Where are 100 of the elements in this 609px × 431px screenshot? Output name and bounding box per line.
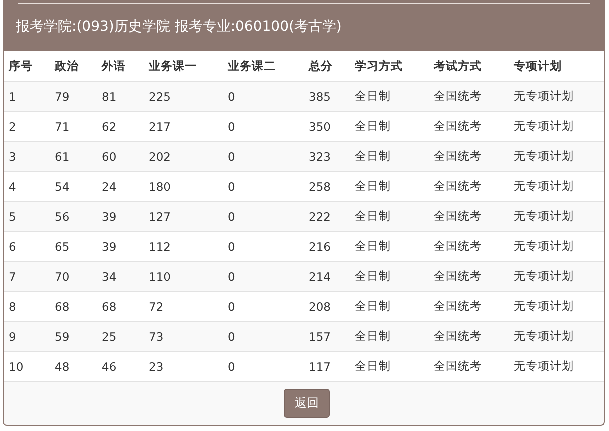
table-cell-text: 无专项计划 [514,89,575,104]
table-cell-text: 225 [149,90,172,104]
panel-title: 报考学院:(093)历史学院 报考专业:060100(考古学) [16,18,343,36]
column-header: 学习方式 [355,58,404,74]
table-cell-text: 46 [102,360,118,374]
table-cell-text: 202 [149,150,172,164]
table-cell-text: 无专项计划 [514,209,575,224]
table-cell-text: 214 [309,270,332,284]
table-cell-text: 59 [55,330,71,344]
table-cell-text: 9 [9,330,18,344]
table-cell-text: 全国统考 [434,239,483,254]
table-cell-text: 7 [9,270,18,284]
table-cell-text: 无专项计划 [514,179,575,194]
table-cell-text: 39 [102,210,118,224]
table-cell-text: 2 [9,120,18,134]
table-cell-text: 385 [309,90,332,104]
table-cell-text: 3 [9,150,18,164]
table-cell-text: 216 [309,240,332,254]
table-cell-text: 117 [309,360,332,374]
table-cell-text: 全日制 [355,269,392,284]
table-cell-text: 0 [228,150,236,164]
table-cell-text: 全国统考 [434,359,483,374]
table-cell-text: 81 [102,90,118,104]
table-cell-text: 全日制 [355,89,392,104]
table-cell-text: 5 [9,210,18,224]
table-cell-text: 0 [228,270,236,284]
table-cell-text: 全国统考 [434,179,483,194]
table-cell-text: 无专项计划 [514,119,575,134]
table-cell-text: 56 [55,210,71,224]
table-cell-text: 全日制 [355,179,392,194]
table-cell-text: 65 [55,240,71,254]
table-cell-text: 全国统考 [434,119,483,134]
table-cell-text: 0 [228,210,236,224]
column-header: 外语 [102,58,127,74]
table-cell-text: 无专项计划 [514,149,575,164]
table-cell-text: 全日制 [355,239,392,254]
table-cell-text: 无专项计划 [514,359,575,374]
table-cell-text: 222 [309,210,332,224]
table-cell-text: 23 [149,360,165,374]
table-cell-text: 68 [102,300,118,314]
table-cell-text: 全国统考 [434,149,483,164]
table-cell-text: 25 [102,330,118,344]
table-cell-text: 全国统考 [434,299,483,314]
table-cell-text: 全日制 [355,119,392,134]
table-cell-text: 54 [55,180,71,194]
table-cell-text: 10 [9,360,25,374]
table-cell-text: 4 [9,180,18,194]
table-cell-text: 72 [149,300,165,314]
table-cell-text: 全日制 [355,299,392,314]
column-header: 总分 [309,58,334,74]
table-cell-text: 无专项计划 [514,299,575,314]
column-header: 政治 [55,58,80,74]
table-cell-text: 0 [228,240,236,254]
table-cell-text: 8 [9,300,18,314]
table-cell-text: 350 [309,120,332,134]
table-cell-text: 全国统考 [434,329,483,344]
table-cell-text: 全日制 [355,209,392,224]
table-cell-text: 127 [149,210,172,224]
table-cell-text: 112 [149,240,172,254]
column-header: 考试方式 [434,58,483,74]
table-cell-text: 68 [55,300,71,314]
back-button[interactable]: 返回 [284,389,330,418]
table-cell-text: 0 [228,120,236,134]
column-header: 序号 [9,58,34,74]
table-cell-text: 无专项计划 [514,329,575,344]
table-cell-text: 无专项计划 [514,269,575,284]
table-cell-text: 24 [102,180,118,194]
column-header: 专项计划 [514,58,563,74]
table-cell-text: 0 [228,360,236,374]
table-cell-text: 157 [309,330,332,344]
table-cell-text: 0 [228,90,236,104]
table-cell-text: 全日制 [355,149,392,164]
column-header: 业务课二 [228,58,277,74]
column-header: 业务课一 [149,58,198,74]
table-cell-text: 无专项计划 [514,239,575,254]
table-cell-text: 110 [149,270,172,284]
table-cell-text: 258 [309,180,332,194]
table-cell-text: 全日制 [355,359,392,374]
table-cell-text: 48 [55,360,71,374]
table-cell-text: 71 [55,120,71,134]
table-cell-text: 70 [55,270,71,284]
table-cell-text: 全国统考 [434,209,483,224]
table-cell-text: 6 [9,240,18,254]
table-cell-text: 全国统考 [434,269,483,284]
table-cell-text: 62 [102,120,118,134]
table-cell-text: 60 [102,150,118,164]
table-cell-text: 0 [228,330,236,344]
table-cell-text: 1 [9,90,18,104]
table-cell-text: 全国统考 [434,89,483,104]
table-cell-text: 217 [149,120,172,134]
table-cell-text: 39 [102,240,118,254]
table-cell-text: 73 [149,330,165,344]
table-cell-text: 79 [55,90,71,104]
table-cell-text: 180 [149,180,172,194]
table-cell-text: 34 [102,270,118,284]
table-cell-text: 0 [228,180,236,194]
table-cell-text: 61 [55,150,71,164]
table-cell-text: 0 [228,300,236,314]
table-cell-text: 323 [309,150,332,164]
table-cell-text: 全日制 [355,329,392,344]
